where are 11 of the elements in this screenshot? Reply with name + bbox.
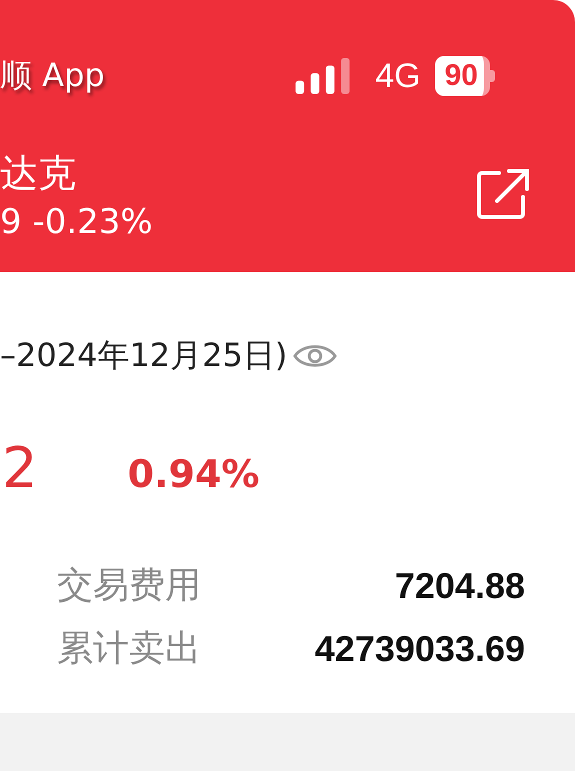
stat-label: 交易费用: [57, 564, 201, 608]
back-app-link[interactable]: 顺 App: [0, 54, 105, 98]
profit-value: 2: [1, 436, 38, 501]
stock-name: 达克: [0, 150, 77, 197]
network-type: 4G: [375, 56, 421, 96]
stat-value: 7204.88: [394, 564, 525, 606]
stat-value: 42739033.69: [314, 628, 525, 670]
stock-quote: 9 -0.23%: [0, 201, 153, 244]
stat-label: 累计卖出: [57, 627, 201, 671]
date-range: –2024年12月25日): [0, 335, 288, 376]
profit-rate: 0.94%: [128, 452, 260, 496]
